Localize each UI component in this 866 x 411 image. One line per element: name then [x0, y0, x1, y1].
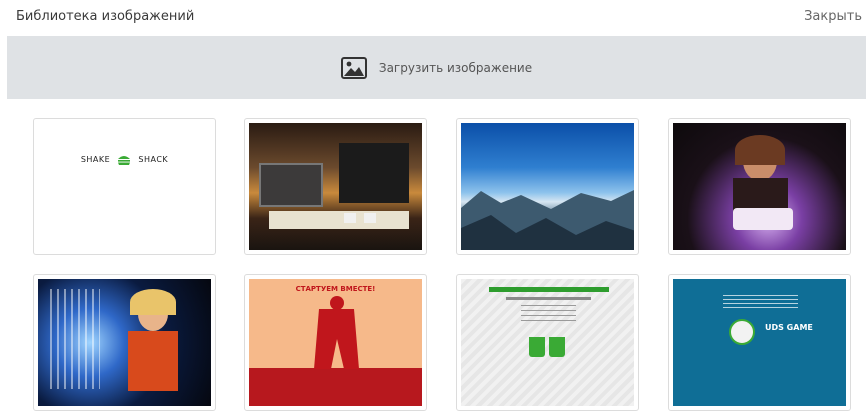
gallery-item-cake-party[interactable]: [668, 118, 851, 255]
poster-figure: [314, 296, 359, 369]
cake-party-photo: [673, 123, 846, 250]
burger-icon: [118, 155, 131, 165]
shake-shack-logo: SHAKE SHACK: [34, 149, 215, 168]
gallery-item-mountains[interactable]: [456, 118, 639, 255]
uds-game-poster: UDS GAME: [673, 279, 846, 406]
gallery-item-orange-poster[interactable]: СТАРТУЕМ ВМЕСТЕ!: [244, 274, 427, 411]
mountains-shape: [461, 189, 634, 250]
sparklers-photo: [38, 279, 211, 406]
restaurant-photo: [249, 123, 422, 250]
gallery-item-restaurant[interactable]: [244, 118, 427, 255]
green-cups-poster: [461, 279, 634, 406]
gallery-item-green-cups[interactable]: [456, 274, 639, 411]
gallery-item-uds-game[interactable]: UDS GAME: [668, 274, 851, 411]
logo-text-left: SHAKE: [80, 155, 111, 164]
uds-brand: UDS GAME: [765, 323, 813, 332]
mountains-photo: [461, 123, 634, 250]
gallery-item-sparklers[interactable]: [33, 274, 216, 411]
image-grid: SHAKE SHACK СТАРТУЕМ ВМЕСТЕ! UDS GAME: [0, 0, 866, 411]
orange-poster: СТАРТУЕМ ВМЕСТЕ!: [249, 279, 422, 406]
gallery-item-shake-shack[interactable]: SHAKE SHACK: [33, 118, 216, 255]
logo-text-right: SHACK: [138, 155, 169, 164]
